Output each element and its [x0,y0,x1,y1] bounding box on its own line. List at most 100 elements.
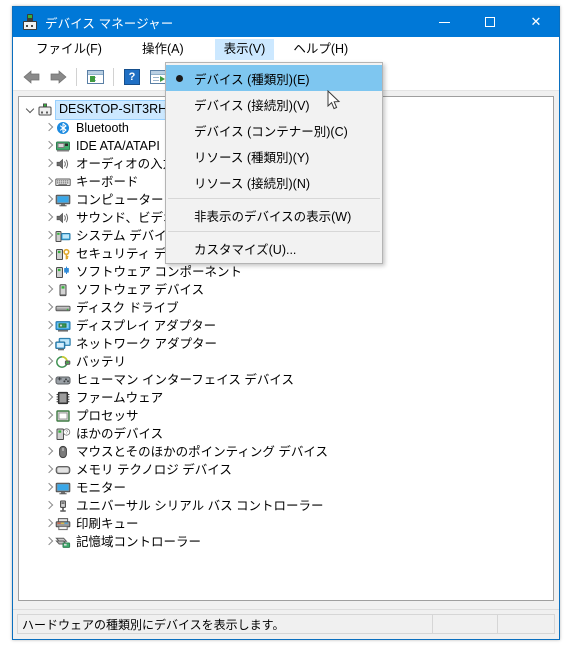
expander-icon[interactable] [43,482,55,494]
network-adapter-icon [55,337,71,351]
expander-icon[interactable] [43,302,55,314]
tree-item-other-devices[interactable]: ? ほかのデバイス [19,425,553,443]
menuitem-devices-by-connection[interactable]: デバイス (接続別)(V) [166,91,382,117]
radio-selected-icon [166,74,192,82]
menuitem-devices-by-container[interactable]: デバイス (コンテナー別)(C) [166,117,382,143]
expander-icon[interactable] [43,536,55,548]
status-pane-2 [432,614,497,634]
system-device-icon [55,229,71,243]
tree-item-label: ヒューマン インターフェイス デバイス [76,372,294,387]
disk-drive-icon [55,301,71,315]
bluetooth-icon [55,121,71,135]
tree-item-label: 印刷キュー [76,516,139,531]
mouse-icon [55,445,71,459]
tree-item-software-devices[interactable]: ソフトウェア デバイス [19,281,553,299]
title-bar[interactable]: デバイス マネージャー ✕ [13,7,559,37]
forward-button[interactable] [45,65,71,89]
expander-icon[interactable] [43,338,55,350]
tree-item-network-adapters[interactable]: ネットワーク アダプター [19,335,553,353]
tree-item-software-components[interactable]: ソフトウェア コンポーネント [19,263,553,281]
monitor-icon [55,481,71,495]
tree-item-label: 記憶域コントローラー [76,534,202,549]
expander-icon[interactable] [43,518,55,530]
tree-item-label: ソフトウェア デバイス [76,282,205,297]
expander-icon[interactable] [43,374,55,386]
tree-item-label: プロセッサ [76,408,139,423]
expander-icon[interactable] [43,500,55,512]
menu-separator [168,198,380,199]
tree-item-memory-technology-devices[interactable]: メモリ テクノロジ デバイス [19,461,553,479]
expander-icon[interactable] [43,230,55,242]
tree-item-mice-pointing-devices[interactable]: マウスとそのほかのポインティング デバイス [19,443,553,461]
keyboard-icon [55,175,71,189]
tree-item-label: ディスク ドライブ [76,300,179,315]
tree-item-label: コンピューター [76,192,164,207]
expander-icon[interactable] [43,248,55,260]
tree-item-label: バッテリ [76,354,127,369]
menu-item-label: デバイス (種類別)(E) [194,72,310,87]
show-hide-console-tree-icon [149,69,167,84]
tree-item-processors[interactable]: プロセッサ [19,407,553,425]
ide-controller-icon [55,139,71,153]
menuitem-show-hidden-devices[interactable]: 非表示のデバイスの表示(W) [166,202,382,228]
tree-item-display-adapters[interactable]: ディスプレイ アダプター [19,317,553,335]
tree-item-monitors[interactable]: モニター [19,479,553,497]
expander-icon[interactable] [43,122,55,134]
tree-item-storage-controllers[interactable]: 記憶域コントローラー [19,533,553,551]
tree-root-label: DESKTOP-SIT3RH [54,100,172,120]
tree-item-usb-controllers[interactable]: ユニバーサル シリアル バス コントローラー [19,497,553,515]
expander-icon[interactable] [43,320,55,332]
close-button[interactable]: ✕ [513,7,559,37]
status-pane-3 [497,614,555,634]
tree-item-label: ユニバーサル シリアル バス コントローラー [76,498,324,513]
expander-icon[interactable] [43,176,55,188]
expander-icon[interactable] [25,104,37,116]
expander-icon[interactable] [43,158,55,170]
menuitem-resources-by-type[interactable]: リソース (種類別)(Y) [166,143,382,169]
toolbar-separator-2 [113,67,114,86]
expander-icon[interactable] [43,266,55,278]
menuitem-resources-by-connection[interactable]: リソース (接続別)(N) [166,169,382,195]
tree-item-label: システム デバイス [76,228,179,243]
tree-item-human-interface-devices[interactable]: ヒューマン インターフェイス デバイス [19,371,553,389]
view-menu-dropdown[interactable]: デバイス (種類別)(E) デバイス (接続別)(V) デバイス (コンテナー別)(… [165,62,383,264]
tree-item-label: モニター [76,480,127,495]
back-button[interactable] [19,65,45,89]
status-bar: ハードウェアの種類別にデバイスを表示します。 [13,609,559,639]
expander-icon[interactable] [43,428,55,440]
expander-icon[interactable] [43,194,55,206]
help-button[interactable]: ? [119,65,145,89]
menu-help[interactable]: ヘルプ(H) [284,39,357,61]
menu-item-label: リソース (種類別)(Y) [194,150,310,165]
expander-icon[interactable] [43,356,55,368]
menu-action[interactable]: 操作(A) [133,39,193,61]
svg-text:?: ? [65,430,68,435]
tree-item-batteries[interactable]: バッテリ [19,353,553,371]
minimize-button[interactable] [421,7,467,37]
menu-item-label: リソース (接続別)(N) [194,176,311,191]
expander-icon[interactable] [43,446,55,458]
battery-icon [55,355,71,369]
tree-item-firmware[interactable]: ファームウェア [19,389,553,407]
usb-icon [55,499,71,513]
other-device-icon: ? [55,427,71,441]
menu-item-label: 非表示のデバイスの表示(W) [194,209,352,224]
tree-item-print-queues[interactable]: 印刷キュー [19,515,553,533]
expander-icon[interactable] [43,464,55,476]
menu-view[interactable]: 表示(V) [214,38,275,61]
expander-icon[interactable] [43,392,55,404]
expander-icon[interactable] [43,140,55,152]
menuitem-customize[interactable]: カスタマイズ(U)... [166,235,382,261]
printer-icon [55,517,71,531]
status-text: ハードウェアの種類別にデバイスを表示します。 [17,614,432,634]
tree-item-disk-drives[interactable]: ディスク ドライブ [19,299,553,317]
properties-button[interactable] [82,65,108,89]
storage-controller-icon [55,535,71,549]
expander-icon[interactable] [43,410,55,422]
expander-icon[interactable] [43,284,55,296]
menu-file[interactable]: ファイル(F) [27,39,111,61]
menuitem-devices-by-type[interactable]: デバイス (種類別)(E) [166,65,382,91]
maximize-button[interactable] [467,7,513,37]
device-manager-window: デバイス マネージャー ✕ ファイル(F) 操作(A) 表示(V) ヘルプ(H) [12,6,560,640]
expander-icon[interactable] [43,212,55,224]
